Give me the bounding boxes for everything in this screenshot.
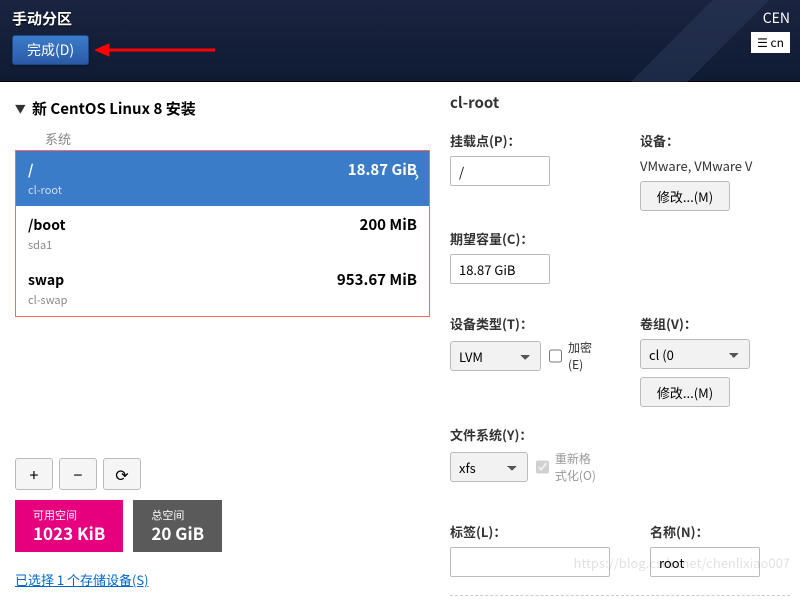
vg-label: 卷组(V)： xyxy=(640,314,790,333)
partition-row-root[interactable]: / 18.87 GiB cl-root › xyxy=(16,151,429,206)
topbar: 手动分区 完成(D) CEN ☰ cn xyxy=(0,0,800,82)
name-label: 名称(N)： xyxy=(650,522,790,541)
tag-input[interactable] xyxy=(450,547,610,577)
chevron-down-icon: ▶ xyxy=(13,103,29,114)
section-label: 系统 xyxy=(45,129,430,148)
partition-dev: sda1 xyxy=(28,237,417,253)
reload-button[interactable]: ⟳ xyxy=(103,458,141,490)
capacity-input[interactable] xyxy=(450,254,550,284)
partition-mount: swap xyxy=(28,270,64,290)
fs-label: 文件系统(Y)： xyxy=(450,425,600,444)
partition-detail-panel: cl-root 挂载点(P)： 设备： VMware, VMware V 修改.… xyxy=(440,82,800,600)
space-stats: 可用空间 1023 KiB 总空间 20 GiB xyxy=(15,500,430,552)
encrypt-label: 加密(E) xyxy=(568,339,600,373)
detail-title: cl-root xyxy=(450,92,790,113)
add-partition-button[interactable]: + xyxy=(15,458,53,490)
mount-label: 挂载点(P)： xyxy=(450,131,600,150)
fs-select[interactable]: xfs xyxy=(450,452,528,482)
partition-size: 18.87 GiB xyxy=(348,159,417,180)
vg-select[interactable]: cl (0 xyxy=(640,339,750,369)
total-space-box: 总空间 20 GiB xyxy=(133,500,222,552)
divider xyxy=(450,595,790,596)
install-header[interactable]: ▶ 新 CentOS Linux 8 安装 xyxy=(15,92,430,125)
reformat-checkbox-row: 重新格式化(O) xyxy=(536,450,600,484)
partition-buttons: + − ⟳ xyxy=(15,458,430,490)
reformat-label: 重新格式化(O) xyxy=(555,450,600,484)
annotation-arrow xyxy=(95,38,215,52)
storage-devices-link[interactable]: 已选择 1 个存储设备(S) xyxy=(15,570,149,589)
reformat-checkbox xyxy=(536,460,549,474)
chevron-right-icon: › xyxy=(414,165,419,186)
encrypt-checkbox[interactable] xyxy=(549,349,562,363)
device-label: 设备： xyxy=(640,131,790,150)
partition-dev: cl-root xyxy=(28,182,417,198)
partition-list: / 18.87 GiB cl-root › /boot 200 MiB sda1… xyxy=(15,150,430,317)
lang-indicator[interactable]: ☰ cn xyxy=(751,32,790,53)
partition-size: 200 MiB xyxy=(359,214,417,235)
total-value: 20 GiB xyxy=(151,522,204,544)
encrypt-checkbox-row[interactable]: 加密(E) xyxy=(549,339,600,373)
install-title: 新 CentOS Linux 8 安装 xyxy=(32,98,196,119)
partition-dev: cl-swap xyxy=(28,292,417,308)
mount-input[interactable] xyxy=(450,156,550,186)
remove-partition-button[interactable]: − xyxy=(59,458,97,490)
topbar-right: CEN ☰ cn xyxy=(751,8,790,53)
name-input[interactable] xyxy=(650,547,760,577)
distro-label: CEN xyxy=(751,8,790,28)
device-value: VMware, VMware V xyxy=(640,156,790,175)
partition-row-boot[interactable]: /boot 200 MiB sda1 xyxy=(16,206,429,261)
partition-mount: /boot xyxy=(28,215,65,235)
partition-list-panel: ▶ 新 CentOS Linux 8 安装 系统 / 18.87 GiB cl-… xyxy=(0,82,440,600)
available-space-box: 可用空间 1023 KiB xyxy=(15,500,123,552)
devtype-label: 设备类型(T)： xyxy=(450,314,600,333)
available-value: 1023 KiB xyxy=(33,522,105,544)
modify-device-button[interactable]: 修改...(M) xyxy=(640,181,730,211)
partition-mount: / xyxy=(28,160,33,180)
capacity-label: 期望容量(C)： xyxy=(450,229,600,248)
done-button[interactable]: 完成(D) xyxy=(12,35,89,65)
partition-size: 953.67 MiB xyxy=(337,269,417,290)
devtype-select[interactable]: LVM xyxy=(450,341,541,371)
modify-vg-button[interactable]: 修改...(M) xyxy=(640,377,730,407)
page-title: 手动分区 xyxy=(12,8,788,29)
tag-label: 标签(L)： xyxy=(450,522,610,541)
partition-row-swap[interactable]: swap 953.67 MiB cl-swap xyxy=(16,261,429,316)
